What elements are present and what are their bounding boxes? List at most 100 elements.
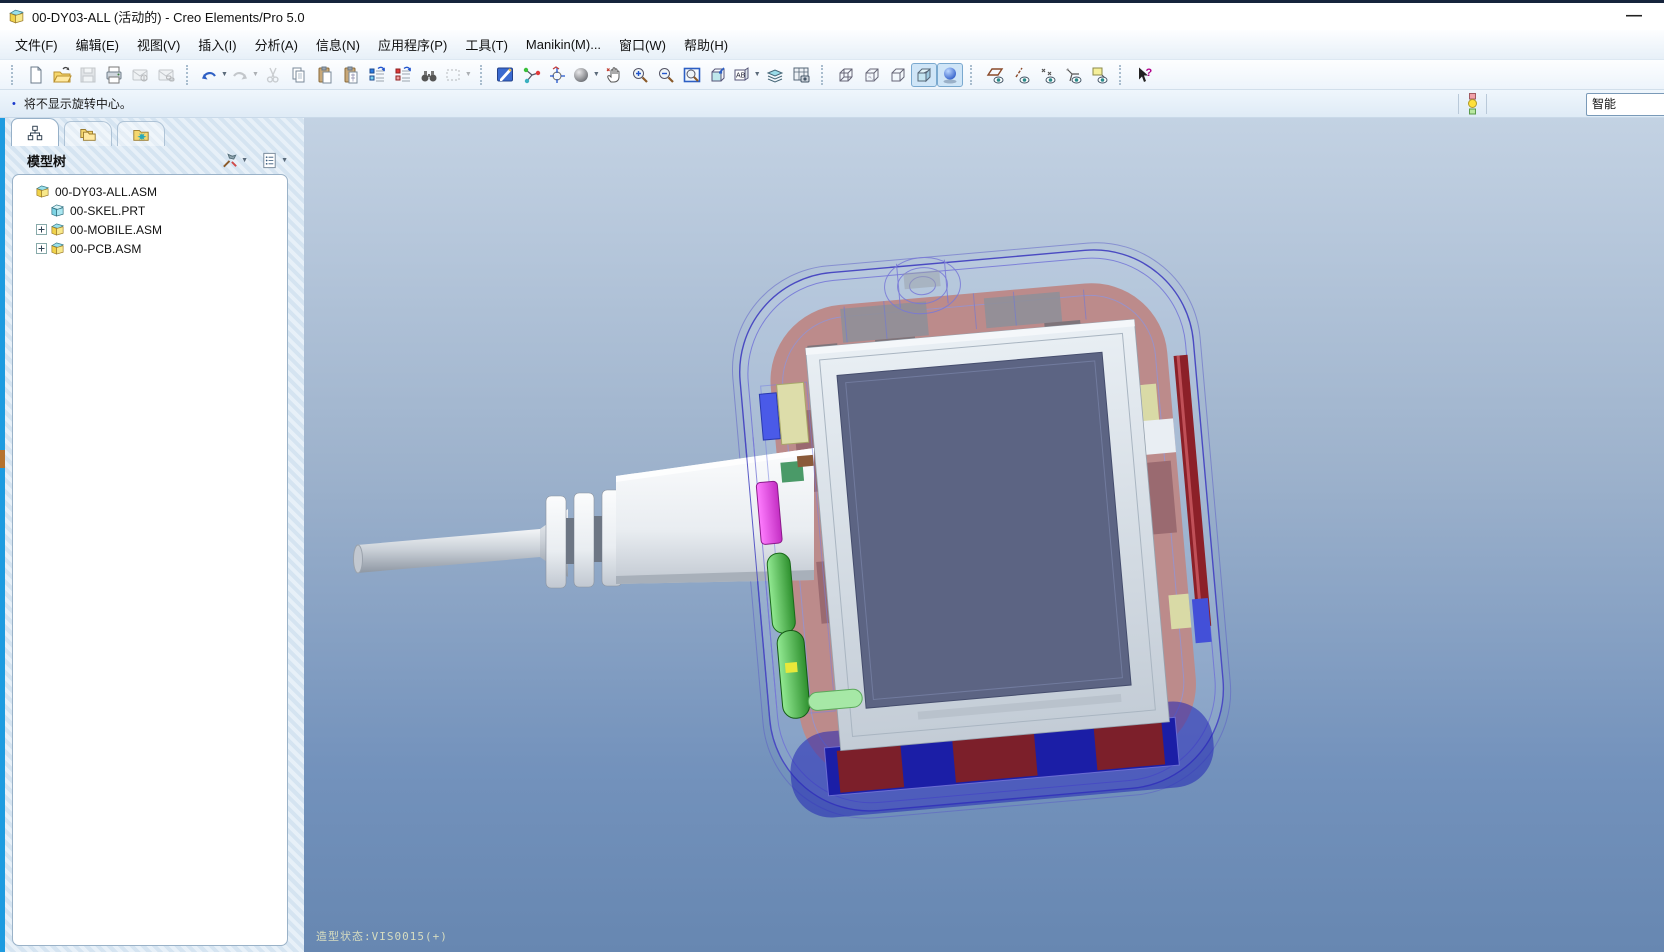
cube-wire-button[interactable] [833, 63, 859, 87]
layers-button[interactable] [762, 63, 788, 87]
dropdown-arrow-icon[interactable]: ▼ [754, 71, 761, 78]
spin-center-button[interactable] [544, 63, 570, 87]
tree-display-options-button[interactable]: ▼ [260, 151, 288, 170]
pan-hand-button[interactable] [601, 63, 627, 87]
tree-node-00-DY03-ALL.ASM[interactable]: 00-DY03-ALL.ASM [19, 182, 283, 201]
strain-relief-fins [546, 490, 622, 588]
menu-item-4[interactable]: 分析(A) [246, 30, 307, 59]
tree-node-label: 00-PCB.ASM [70, 242, 141, 256]
undo-button[interactable]: ▼ [198, 63, 229, 87]
tab-folder-browser[interactable] [64, 121, 112, 146]
expander-plus-icon[interactable] [36, 243, 47, 254]
view-manager-button[interactable] [788, 63, 814, 87]
style-state-label: 造型状态:VIS0015(+) [316, 928, 448, 944]
saved-views-button[interactable]: AB ▼ [731, 63, 762, 87]
window-doc-icon [8, 8, 25, 25]
divider [1458, 94, 1459, 114]
divider [1486, 94, 1487, 114]
regen-blue-button[interactable] [364, 63, 390, 87]
tab-model-tree[interactable] [11, 118, 59, 146]
datum-balls-button[interactable] [518, 63, 544, 87]
prt-node-icon [50, 203, 65, 218]
toolbar-grip [480, 65, 485, 85]
dropdown-arrow-icon[interactable]: ▼ [221, 71, 228, 78]
message-bar: • 将不显示旋转中心。 智能 [0, 90, 1664, 118]
cube-hidden-button[interactable] [859, 63, 885, 87]
toolbar-grip [970, 65, 975, 85]
tog-note-button[interactable] [1086, 63, 1112, 87]
3d-scene[interactable] [304, 118, 1664, 952]
menu-item-8[interactable]: Manikin(M)... [517, 32, 610, 57]
zoom-in-button[interactable] [627, 63, 653, 87]
print-button[interactable] [101, 63, 127, 87]
paste-button[interactable] [312, 63, 338, 87]
asm-node-icon [35, 184, 50, 199]
tree-node-label: 00-MOBILE.ASM [70, 223, 162, 237]
asm-node-icon [50, 241, 65, 256]
mail-link-button [153, 63, 179, 87]
menu-item-6[interactable]: 应用程序(P) [369, 30, 456, 59]
menu-item-2[interactable]: 视图(V) [128, 30, 189, 59]
open-folder-button[interactable] [49, 63, 75, 87]
menu-item-7[interactable]: 工具(T) [456, 30, 517, 59]
save-button [75, 63, 101, 87]
selection-filter-combobox[interactable]: 智能 [1586, 93, 1664, 116]
minimize-button[interactable]: — [1626, 7, 1642, 25]
menu-item-5[interactable]: 信息(N) [307, 30, 369, 59]
graphics-viewport[interactable]: 造型状态:VIS0015(+) [304, 118, 1664, 952]
model-tree-header: 模型树 ▼▼ [5, 146, 304, 174]
svg-text:?: ? [1145, 67, 1152, 79]
expander-spacer [36, 205, 47, 216]
shaded-sphere-button[interactable]: ▼ [570, 63, 601, 87]
realism-button[interactable] [937, 63, 963, 87]
dropdown-arrow-icon[interactable]: ▼ [252, 71, 259, 78]
paste-special-button[interactable] [338, 63, 364, 87]
dropdown-arrow-icon[interactable]: ▼ [241, 157, 248, 164]
usb-connector[interactable] [354, 448, 815, 588]
tree-node-00-PCB.ASM[interactable]: 00-PCB.ASM [19, 239, 283, 258]
tree-node-00-MOBILE.ASM[interactable]: 00-MOBILE.ASM [19, 220, 283, 239]
tog-point-button[interactable] [1034, 63, 1060, 87]
tree-node-00-SKEL.PRT[interactable]: 00-SKEL.PRT [19, 201, 283, 220]
panel-resize-sash[interactable] [288, 118, 304, 952]
tree-settings-button[interactable]: ▼ [220, 151, 248, 170]
menu-item-9[interactable]: 窗口(W) [610, 30, 675, 59]
svg-text:AB: AB [736, 72, 746, 79]
dropdown-arrow-icon[interactable]: ▼ [593, 71, 600, 78]
message-text: 将不显示旋转中心。 [24, 95, 132, 112]
dropdown-arrow-icon[interactable]: ▼ [465, 71, 472, 78]
select-rect-button: ▼ [442, 63, 473, 87]
zoom-out-button[interactable] [653, 63, 679, 87]
tree-node-label: 00-DY03-ALL.ASM [55, 185, 157, 199]
copy-button[interactable] [286, 63, 312, 87]
repaint-button[interactable] [492, 63, 518, 87]
window-title: 00-DY03-ALL (活动的) - Creo Elements/Pro 5.… [32, 7, 305, 26]
expander-plus-icon[interactable] [36, 224, 47, 235]
tog-axis-button[interactable] [1008, 63, 1034, 87]
refit-button[interactable] [679, 63, 705, 87]
mail-attach-button [127, 63, 153, 87]
toolbar-grip [186, 65, 191, 85]
cube-nohid-button[interactable] [885, 63, 911, 87]
find-button[interactable] [416, 63, 442, 87]
dropdown-arrow-icon[interactable]: ▼ [281, 157, 288, 164]
tog-csys-button[interactable] [1060, 63, 1086, 87]
help-arrow-button[interactable]: ? [1131, 63, 1157, 87]
cut-button [260, 63, 286, 87]
tree-node-label: 00-SKEL.PRT [70, 204, 145, 218]
new-file-button[interactable] [23, 63, 49, 87]
toolbar: ▼ ▼ ▼ ▼ AB ▼? [0, 60, 1664, 90]
tog-plane-button[interactable] [982, 63, 1008, 87]
menu-item-10[interactable]: 帮助(H) [675, 30, 737, 59]
cube-shaded-button[interactable] [911, 63, 937, 87]
regen-red-button[interactable] [390, 63, 416, 87]
toolbar-grip [821, 65, 826, 85]
menu-item-0[interactable]: 文件(F) [6, 30, 67, 59]
message-bullet-icon: • [12, 98, 16, 110]
expander-spacer [21, 186, 32, 197]
asm-node-icon [50, 222, 65, 237]
tab-favorites[interactable] [117, 121, 165, 146]
menu-item-1[interactable]: 编辑(E) [67, 30, 128, 59]
menu-item-3[interactable]: 插入(I) [189, 30, 245, 59]
reorient-button[interactable] [705, 63, 731, 87]
